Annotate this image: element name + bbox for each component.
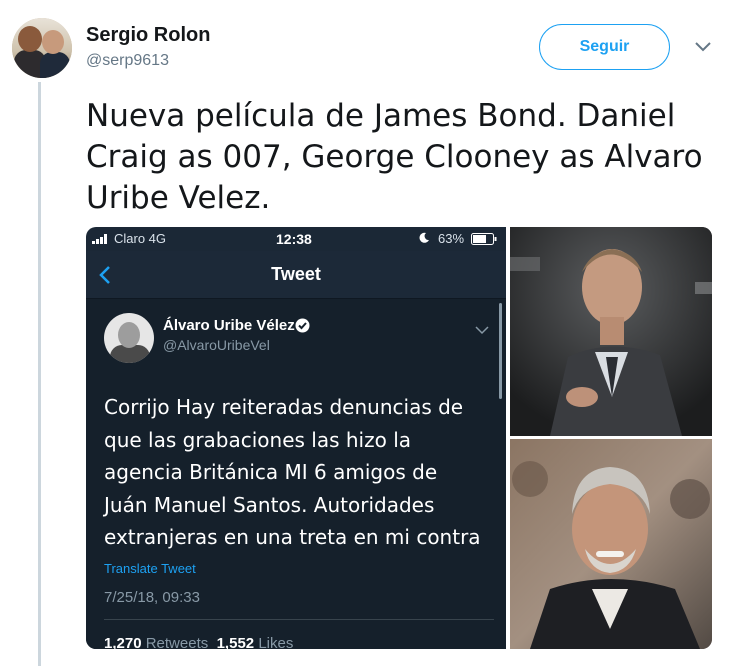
quoted-handle: @AlvaroUribeVel	[163, 337, 270, 353]
author-handle[interactable]: @serp9613	[86, 52, 169, 70]
likes-label: Likes	[258, 635, 294, 649]
tweet-text: Nueva película de James Bond. Daniel Cra…	[86, 98, 703, 216]
quoted-text: Corrijo Hay reiteradas denuncias de que …	[104, 395, 481, 549]
chevron-down-icon[interactable]	[694, 40, 712, 54]
author-name[interactable]: Sergio Rolon	[86, 24, 210, 47]
chevron-down-icon	[475, 326, 489, 335]
divider	[104, 619, 494, 620]
verified-badge-icon	[295, 318, 310, 333]
photo-clooney[interactable]	[510, 439, 712, 649]
moon-icon	[419, 232, 429, 243]
quoted-stats: 1,270 Retweets 1,552 Likes	[104, 635, 293, 649]
quoted-name: Álvaro Uribe Vélez	[163, 317, 295, 334]
scrollbar	[499, 303, 502, 399]
signal-icon	[92, 234, 107, 244]
carrier-label: Claro 4G	[114, 231, 167, 246]
nav-bar: Tweet	[86, 251, 506, 299]
retweets-label: Retweets	[145, 635, 209, 649]
photo-craig[interactable]	[510, 227, 712, 436]
nav-title: Tweet	[271, 264, 321, 284]
retweets-count: 1,270	[104, 635, 142, 649]
follow-button[interactable]: Seguir	[539, 24, 670, 70]
media-grid: Claro 4G 12:38 63% Tweet Álvaro Uribe Vé…	[86, 227, 712, 649]
battery-icon	[471, 233, 497, 245]
quoted-date: 7/25/18, 09:33	[104, 589, 200, 606]
likes-count: 1,552	[216, 635, 255, 649]
thread-line	[38, 82, 41, 666]
quoted-tweet: Álvaro Uribe Vélez @AlvaroUribeVel Corri…	[86, 299, 506, 649]
tweet-screenshot-image[interactable]: Claro 4G 12:38 63% Tweet Álvaro Uribe Vé…	[86, 227, 506, 649]
quoted-avatar	[104, 313, 154, 363]
status-bar: Claro 4G 12:38 63%	[86, 227, 506, 251]
status-time: 12:38	[276, 231, 312, 247]
translate-link: Translate Tweet	[104, 561, 196, 576]
author-avatar[interactable]	[12, 18, 72, 78]
battery-percent: 63%	[438, 231, 465, 246]
